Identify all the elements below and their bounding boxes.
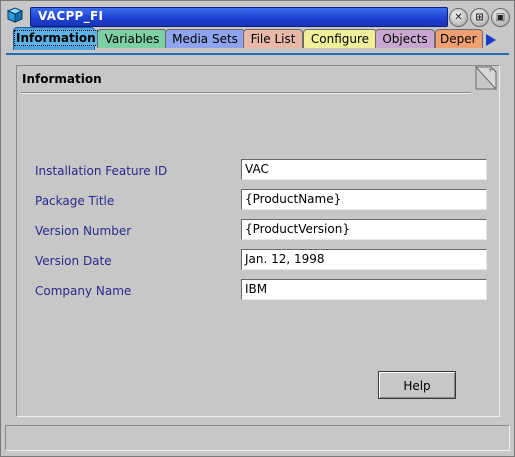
installation-feature-id-input[interactable]: VAC xyxy=(241,159,487,180)
company-name-input[interactable]: IBM xyxy=(241,279,487,300)
section-title: Information xyxy=(22,72,102,86)
page-fold-icon[interactable]: + xyxy=(475,66,497,90)
tab-media-sets[interactable]: Media Sets xyxy=(165,29,245,48)
field-label-version-date: Version Date xyxy=(35,254,112,268)
cube-icon[interactable] xyxy=(5,6,25,24)
field-label-feature-id: Installation Feature ID xyxy=(35,164,168,178)
version-number-input[interactable]: {ProductVersion} xyxy=(241,219,487,240)
tab-label: Configure xyxy=(310,32,370,46)
tab-file-list[interactable]: File List xyxy=(243,29,303,48)
field-label-version-number: Version Number xyxy=(35,224,132,238)
information-panel: Information + Installation Feature ID VA… xyxy=(6,53,509,422)
title-pill[interactable]: VACPP_FI xyxy=(30,7,448,27)
version-date-input[interactable]: Jan. 12, 1998 xyxy=(241,249,487,270)
tab-information[interactable]: Information xyxy=(13,27,98,50)
header-divider xyxy=(21,92,471,94)
maximize-icon[interactable]: ⊞ xyxy=(470,8,489,27)
status-bar xyxy=(5,425,510,451)
tab-dependencies[interactable]: Deper xyxy=(435,29,483,48)
main-window: VACPP_FI ✕ ⊞ ▣ Information Variables Med… xyxy=(0,0,515,457)
restore-icon[interactable]: ▣ xyxy=(491,8,510,27)
tab-strip: Information Variables Media Sets File Li… xyxy=(13,27,513,51)
field-label-company-name: Company Name xyxy=(35,284,132,298)
tab-configure[interactable]: Configure xyxy=(303,29,377,48)
panel-frame: Information + Installation Feature ID VA… xyxy=(16,65,500,417)
help-button[interactable]: Help xyxy=(378,371,456,399)
tab-objects[interactable]: Objects xyxy=(375,29,435,48)
section-header: Information xyxy=(21,66,481,94)
title-bar[interactable]: VACPP_FI ✕ ⊞ ▣ xyxy=(2,2,513,27)
tab-scroll-right-icon[interactable] xyxy=(486,34,496,46)
tab-variables[interactable]: Variables xyxy=(97,29,167,48)
field-label-package-title: Package Title xyxy=(35,194,115,208)
tab-label: Media Sets xyxy=(172,32,238,46)
svg-text:+: + xyxy=(488,67,493,74)
tab-label: Objects xyxy=(382,32,428,46)
tab-label: Deper xyxy=(440,32,477,46)
tab-label: Information xyxy=(14,30,98,46)
window-title: VACPP_FI xyxy=(38,9,104,23)
tab-label: Variables xyxy=(104,32,160,46)
close-icon[interactable]: ✕ xyxy=(449,8,468,27)
package-title-input[interactable]: {ProductName} xyxy=(241,189,487,210)
tab-label: File List xyxy=(250,32,296,46)
